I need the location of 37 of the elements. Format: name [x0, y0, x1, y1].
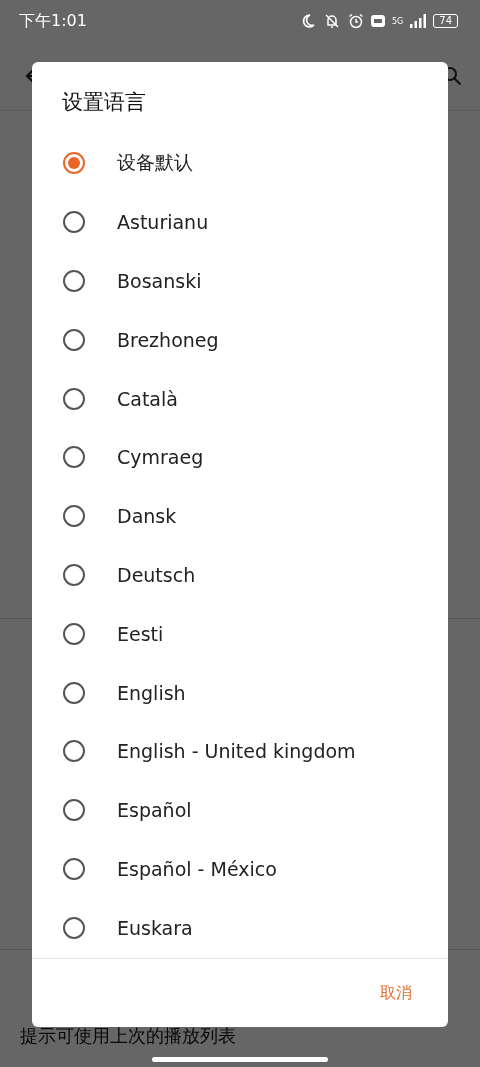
- radio-button[interactable]: [63, 505, 85, 528]
- signal-icon: [410, 14, 427, 28]
- language-option[interactable]: Brezhoneg: [32, 310, 448, 370]
- language-option[interactable]: English - United kingdom: [32, 721, 448, 781]
- hd-icon: [370, 15, 385, 27]
- language-option[interactable]: Español - México: [32, 839, 448, 899]
- radio-button[interactable]: [63, 563, 85, 586]
- language-option[interactable]: Euskara: [32, 898, 448, 958]
- language-option[interactable]: Deutsch: [32, 545, 448, 605]
- radio-button[interactable]: [63, 622, 85, 645]
- language-option[interactable]: 设备默认: [32, 134, 448, 193]
- language-option[interactable]: Cymraeg: [32, 428, 448, 487]
- language-option[interactable]: Español: [32, 780, 448, 840]
- radio-button[interactable]: [63, 152, 85, 175]
- radio-button[interactable]: [63, 270, 85, 292]
- radio-button[interactable]: [63, 328, 85, 351]
- network-label: 5G: [391, 16, 404, 26]
- radio-button[interactable]: [63, 857, 85, 880]
- muted-bell-icon: [322, 13, 341, 29]
- language-option[interactable]: Català: [32, 369, 448, 428]
- radio-button[interactable]: [63, 446, 85, 469]
- setting-title: 提示可使用上次的播放列表: [20, 1024, 236, 1048]
- status-time: 下午1:01: [19, 10, 87, 32]
- battery-level: 74: [433, 14, 458, 28]
- radio-button[interactable]: [63, 916, 85, 939]
- alarm-clock-icon: [347, 13, 364, 29]
- language-option[interactable]: Bosanski: [32, 251, 448, 311]
- radio-button[interactable]: [63, 799, 85, 822]
- language-option[interactable]: English: [32, 663, 448, 722]
- radio-button[interactable]: [63, 740, 85, 763]
- dialog-title: 设置语言: [62, 89, 146, 114]
- radio-button[interactable]: [63, 681, 85, 704]
- language-option[interactable]: Eesti: [32, 604, 448, 664]
- radio-button[interactable]: [63, 211, 85, 234]
- language-option[interactable]: Dansk: [32, 486, 448, 546]
- radio-button[interactable]: [63, 387, 85, 410]
- language-option[interactable]: Asturianu: [32, 192, 448, 252]
